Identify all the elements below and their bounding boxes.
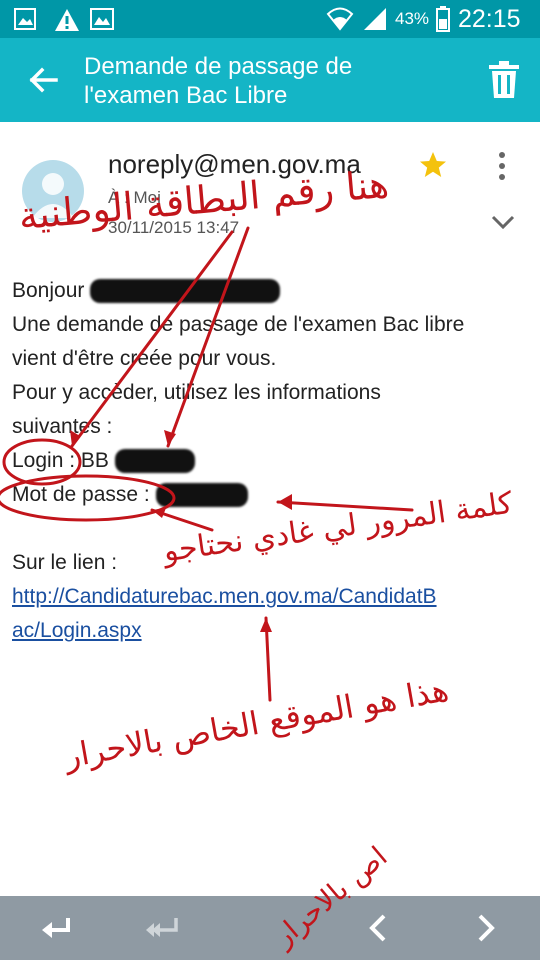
more-options-icon[interactable] <box>490 150 514 182</box>
email-subject: Demande de passage de l'examen Bac Libre <box>84 53 353 109</box>
battery-icon <box>436 6 450 32</box>
trash-icon[interactable] <box>486 60 522 100</box>
star-icon[interactable] <box>418 150 448 180</box>
battery-percent: 43% <box>395 9 430 28</box>
body-line-4: suivantes : <box>12 415 113 438</box>
status-bar: 43% 22:15 <box>0 0 540 38</box>
annotation-site: هذا هو الموقع الخاص بالاحرار <box>61 670 452 776</box>
login-label: Login <box>12 449 64 472</box>
body-line-3: Pour y accèder, utilisez les information… <box>12 381 381 404</box>
back-arrow-icon[interactable] <box>24 60 64 100</box>
password-label: Mot de passe <box>12 483 139 506</box>
greeting-text: Bonjour <box>12 279 85 302</box>
body-line-2: vient d'être créée pour vous. <box>12 347 277 370</box>
email-body: Bonjour Une demande de passage de l'exam… <box>12 274 532 648</box>
reply-all-icon[interactable] <box>144 910 180 946</box>
reply-icon[interactable] <box>38 910 74 946</box>
clock: 22:15 <box>458 5 521 33</box>
signal-icon <box>364 8 386 30</box>
previous-icon[interactable] <box>360 910 396 946</box>
chevron-down-icon[interactable] <box>490 212 516 232</box>
login-line: Login : BB <box>12 444 532 478</box>
login-value: BB <box>80 449 109 472</box>
app-bar: Demande de passage de l'examen Bac Libre <box>0 38 540 122</box>
body-line-1: Une demande de passage de l'examen Bac l… <box>12 313 465 336</box>
login-separator: : <box>63 449 81 472</box>
warning-icon <box>55 9 79 31</box>
redacted-name <box>90 279 281 304</box>
link-part-2[interactable]: ac/Login.aspx <box>12 614 532 648</box>
password-separator: : <box>138 483 156 506</box>
next-icon[interactable] <box>468 910 504 946</box>
redacted-password <box>155 483 248 508</box>
wifi-icon <box>326 7 354 31</box>
gallery-icon <box>14 8 36 30</box>
image-icon <box>90 8 114 30</box>
link-part-1[interactable]: http://Candidaturebac.men.gov.ma/Candida… <box>12 580 532 614</box>
greeting-line: Bonjour <box>12 274 532 308</box>
redacted-login <box>114 449 195 474</box>
